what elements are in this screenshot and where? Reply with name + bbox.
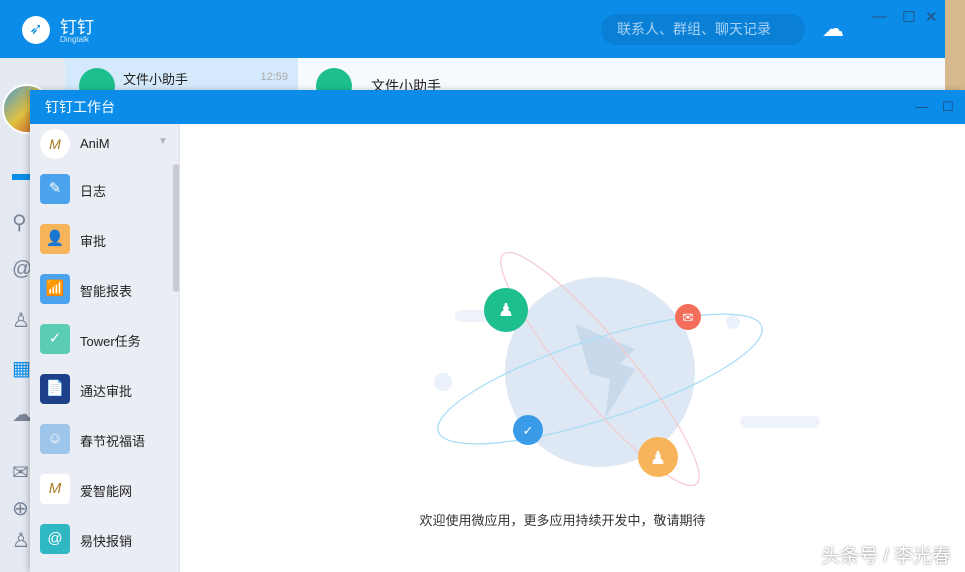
app-icon: @ <box>40 524 70 554</box>
app-icon: 📶 <box>40 274 70 304</box>
app-icon: 👤 <box>40 224 70 254</box>
app-label: 易快报销 <box>80 534 133 549</box>
workbench-window: 钉钉工作台 — ☐ M AniM ▼ ✎ 日志 👤 审批 📶 智能报表 ✓ Tower任务 📄 通… <box>30 90 965 572</box>
app-label: Tower任务 <box>80 334 141 349</box>
app-item[interactable]: M 爱智能网 <box>30 464 179 514</box>
search-input[interactable]: 联系人、群组、聊天记录 <box>601 14 805 45</box>
org-logo-icon: M <box>40 129 70 159</box>
user-icon[interactable]: ♙ <box>12 528 30 553</box>
app-item[interactable]: ✓ Tower任务 <box>30 314 179 364</box>
chat-time: 12:59 <box>260 71 288 83</box>
cloud-drive-icon[interactable]: ☁ <box>12 402 32 427</box>
org-name: AniM <box>80 136 110 151</box>
app-label: 智能报表 <box>80 284 133 299</box>
app-icon: 📄 <box>40 374 70 404</box>
maximize-button[interactable]: ☐ <box>902 8 915 26</box>
workbench-icon[interactable]: ▦ <box>12 356 31 381</box>
app-icon: ✓ <box>40 324 70 354</box>
workbench-titlebar: 钉钉工作台 — ☐ <box>30 90 965 124</box>
app-icon: ☺ <box>40 424 70 454</box>
add-icon[interactable]: ⊕ <box>12 496 29 521</box>
app-item[interactable]: @ 易快报销 <box>30 514 179 564</box>
app-label: 审批 <box>80 234 107 249</box>
org-selector[interactable]: M AniM ▼ <box>30 124 179 164</box>
workbench-maximize-button[interactable]: ☐ <box>942 90 954 124</box>
svg-text:✓: ✓ <box>523 423 534 438</box>
app-label: 春节祝福语 <box>80 434 146 449</box>
app-item[interactable]: ✎ 日志 <box>30 164 179 214</box>
app-item[interactable]: 📶 智能报表 <box>30 264 179 314</box>
app-icon: ✎ <box>40 174 70 204</box>
app-sidebar: M AniM ▼ ✎ 日志 👤 审批 📶 智能报表 ✓ Tower任务 📄 通达审批 ☺ 春节祝福语 M… <box>30 124 180 572</box>
workbench-minimize-button[interactable]: — <box>915 90 928 124</box>
dingtalk-logo-icon: ➶ <box>22 16 50 44</box>
chat-name: 文件小助手 <box>123 72 189 87</box>
chevron-down-icon[interactable]: ▼ <box>158 136 168 147</box>
main-header: ➶ 钉钉 Dingtalk 联系人、群组、聊天记录 ☁ — ☐ ✕ <box>0 0 945 58</box>
svg-text:♟: ♟ <box>498 300 514 320</box>
contacts-icon[interactable]: ♙ <box>12 308 30 333</box>
svg-text:✉: ✉ <box>683 310 694 325</box>
sidebar-scrollbar[interactable] <box>173 164 179 292</box>
pin-icon[interactable]: ⚲ <box>12 210 27 235</box>
mail-icon[interactable]: ✉ <box>12 460 29 485</box>
app-label: 爱智能网 <box>80 484 133 499</box>
welcome-message: 欢迎使用微应用，更多应用持续开发中，敬请期待 <box>419 513 706 528</box>
minimize-button[interactable]: — <box>872 8 887 25</box>
app-item[interactable]: 👤 审批 <box>30 214 179 264</box>
workbench-content: ♟ ✉ ✓ ♟ 欢迎使用微应用，更多应用持续开发中，敬请期待 <box>180 124 965 572</box>
cloud-sync-icon[interactable]: ☁ <box>822 16 844 42</box>
app-item[interactable]: ☺ 春节祝福语 <box>30 414 179 464</box>
messages-icon[interactable]: ▬ <box>12 163 32 186</box>
brand-subtitle: Dingtalk <box>60 35 89 44</box>
app-item[interactable]: 📄 通达审批 <box>30 364 179 414</box>
svg-text:♟: ♟ <box>650 448 666 468</box>
app-icon: M <box>40 474 70 504</box>
welcome-illustration: ♟ ✉ ✓ ♟ <box>434 251 820 487</box>
app-label: 日志 <box>80 184 107 199</box>
workbench-title: 钉钉工作台 <box>45 99 115 115</box>
app-label: 通达审批 <box>80 384 133 399</box>
watermark: 头条号 / 李光春 <box>821 546 951 567</box>
close-button[interactable]: ✕ <box>925 8 938 26</box>
